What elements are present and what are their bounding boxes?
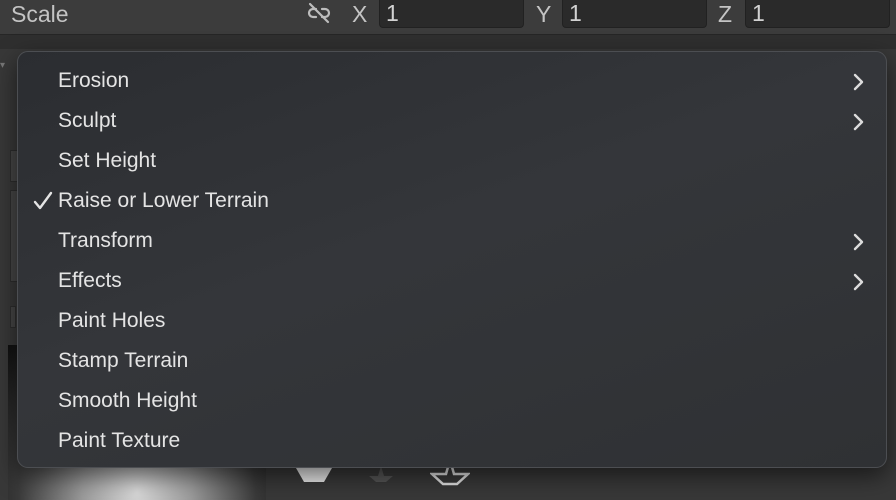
menu-item-smooth-height[interactable]: Smooth Height bbox=[18, 386, 886, 424]
menu-item-paint-texture[interactable]: Paint Texture bbox=[18, 426, 886, 464]
background-control bbox=[10, 306, 16, 328]
menu-item-label: Effects bbox=[58, 269, 122, 292]
menu-item-label: Stamp Terrain bbox=[58, 349, 189, 372]
menu-item-label: Set Height bbox=[58, 149, 157, 172]
scale-row: Scale X Y Z bbox=[0, 0, 896, 34]
scale-label: Scale bbox=[11, 1, 69, 27]
menu-item-label: Sculpt bbox=[58, 109, 117, 132]
chevron-right-icon bbox=[852, 272, 866, 292]
section-divider bbox=[0, 34, 896, 49]
menu-item-stamp-terrain[interactable]: Stamp Terrain bbox=[18, 346, 886, 384]
menu-item-label: Transform bbox=[58, 229, 153, 252]
menu-item-set-height[interactable]: Set Height bbox=[18, 146, 886, 184]
unlinked-chain-icon[interactable] bbox=[305, 1, 333, 25]
chevron-right-icon bbox=[852, 112, 866, 132]
chevron-right-icon bbox=[852, 72, 866, 92]
terrain-inspector-window: Scale X Y Z ▾ Ero bbox=[0, 0, 896, 500]
menu-item-sculpt[interactable]: Sculpt bbox=[18, 106, 886, 144]
menu-item-effects[interactable]: Effects bbox=[18, 266, 886, 304]
scale-z-field[interactable] bbox=[745, 0, 890, 28]
menu-item-erosion[interactable]: Erosion bbox=[18, 66, 886, 104]
menu-item-label: Erosion bbox=[58, 69, 130, 92]
y-axis-label: Y bbox=[536, 1, 552, 27]
foldout-arrow-icon: ▾ bbox=[0, 60, 6, 71]
menu-item-label: Smooth Height bbox=[58, 389, 197, 412]
scale-y-field[interactable] bbox=[562, 0, 707, 28]
chevron-right-icon bbox=[852, 232, 866, 252]
menu-item-raise-or-lower-terrain[interactable]: Raise or Lower Terrain bbox=[18, 186, 886, 224]
menu-item-label: Raise or Lower Terrain bbox=[58, 189, 269, 212]
checkmark-icon bbox=[32, 190, 54, 212]
menu-item-label: Paint Texture bbox=[58, 429, 181, 452]
scale-x-field[interactable] bbox=[379, 0, 524, 28]
x-axis-label: X bbox=[352, 1, 368, 27]
menu-item-paint-holes[interactable]: Paint Holes bbox=[18, 306, 886, 344]
z-axis-label: Z bbox=[718, 1, 733, 27]
menu-item-label: Paint Holes bbox=[58, 309, 166, 332]
menu-item-transform[interactable]: Transform bbox=[18, 226, 886, 264]
terrain-tool-dropdown-menu: Erosion Sculpt Set Height Raise or Lower… bbox=[17, 51, 887, 468]
